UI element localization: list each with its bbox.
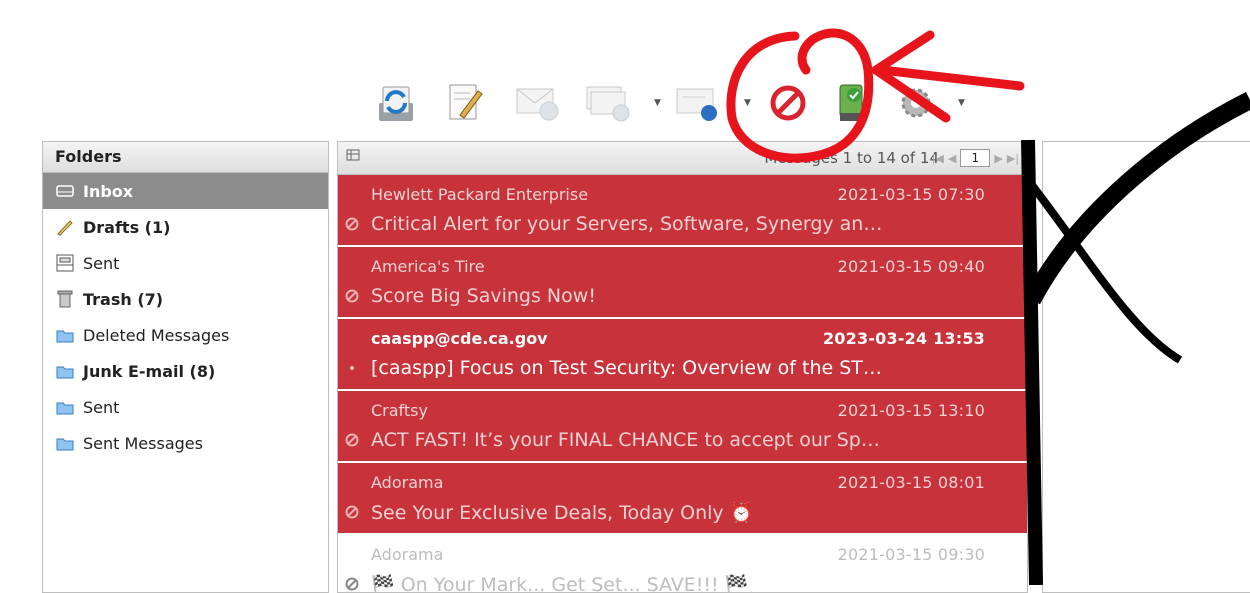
message-sender: Craftsy [371,401,428,420]
folder-deleted-messages[interactable]: Deleted Messages [43,317,328,353]
reply-all-icon [586,86,630,122]
message-subject: Critical Alert for your Servers, Softwar… [371,213,883,235]
junk-status-icon [343,503,361,521]
trash-icon [55,290,75,308]
message-subject: 🏁 On Your Mark... Get Set... SAVE!!! 🏁 [371,574,749,593]
compose-icon [449,84,483,120]
folder-icon [55,362,75,380]
message-date: 2021-03-15 08:01 [837,473,985,492]
folder-junk-email[interactable]: Junk E-mail (8) [43,353,328,389]
message-row[interactable]: America's Tire 2021-03-15 09:40 Score Bi… [338,247,1027,319]
preview-pane [1042,141,1250,593]
pencil-icon [55,218,75,236]
not-junk-button[interactable] [828,76,876,130]
folder-inbox[interactable]: Inbox [43,173,328,209]
folder-label: Drafts (1) [83,217,171,237]
background-stroke [1021,139,1043,585]
reply-all-button[interactable] [584,76,632,130]
message-row[interactable]: caaspp@cde.ca.gov 2023-03-24 13:53 [caas… [338,319,1027,391]
folders-panel: Folders Inbox Drafts (1) Sent Trash (7) … [42,141,329,593]
message-count: Messages 1 to 14 of 14 [764,149,939,167]
folder-label: Inbox [83,181,134,201]
column-options-icon[interactable] [346,149,360,167]
message-date: 2021-03-15 07:30 [837,185,985,204]
folder-icon [55,434,75,452]
folder-label: Sent Messages [83,433,203,453]
refresh-button[interactable] [372,76,420,130]
prev-page-icon[interactable]: ◀ [948,152,956,165]
settings-dropdown[interactable]: ▼ [958,98,965,108]
page-number-input[interactable] [960,149,991,167]
folder-sent[interactable]: Sent [43,245,328,281]
toolbar: ▼ ▼ ▼ [372,76,992,130]
sent-tray-icon [55,254,75,272]
folder-icon [55,398,75,416]
inbox-icon [55,182,75,200]
compose-button[interactable] [442,76,490,130]
mark-junk-button[interactable] [764,76,812,130]
folder-icon [55,326,75,344]
message-subject: See Your Exclusive Deals, Today Only ⏰ [371,502,754,524]
pager: |◀ ◀ ▶ ▶| [932,149,1019,167]
junk-status-icon [343,431,361,449]
folder-drafts[interactable]: Drafts (1) [43,209,328,245]
junk-status-icon [343,575,361,592]
folders-title: Folders [43,142,328,173]
message-subject: [caaspp] Focus on Test Security: Overvie… [371,357,882,379]
junk-status-icon [343,215,361,233]
message-sender: Hewlett Packard Enterprise [371,185,589,204]
message-sender: Adorama [371,545,444,564]
message-row[interactable]: Hewlett Packard Enterprise 2021-03-15 07… [338,175,1027,247]
reply-icon [516,88,559,121]
settings-button[interactable] [894,76,942,130]
next-page-icon[interactable]: ▶ [994,152,1002,165]
message-sender: Adorama [371,473,444,492]
junk-status-icon [343,287,361,305]
message-date: 2021-03-15 13:10 [837,401,985,420]
message-date: 2021-03-15 09:40 [837,257,985,276]
message-subject: ACT FAST! It’s your FINAL CHANCE to acce… [371,429,880,451]
last-page-icon[interactable]: ▶| [1007,152,1019,165]
message-list-header: Messages 1 to 14 of 14 |◀ ◀ ▶ ▶| [338,142,1027,175]
folder-label: Sent [83,253,120,273]
message-subject: Score Big Savings Now! [371,285,596,307]
mark-junk-icon [770,85,806,121]
reply-button[interactable] [514,76,562,130]
message-row[interactable]: Craftsy 2021-03-15 13:10 ACT FAST! It’s … [338,391,1027,463]
settings-icon [901,88,931,118]
not-junk-icon [839,84,863,121]
first-page-icon[interactable]: |◀ [932,152,944,165]
message-row[interactable]: Adorama 2021-03-15 08:01 See Your Exclus… [338,463,1027,535]
message-row[interactable]: Adorama 2021-03-15 09:30 🏁 On Your Mark.… [338,535,1027,593]
refresh-icon [379,86,413,121]
message-sender: caaspp@cde.ca.gov [371,329,548,348]
message-date: 2021-03-15 09:30 [837,545,985,564]
message-list-panel: Messages 1 to 14 of 14 |◀ ◀ ▶ ▶| Hewlett… [337,141,1028,593]
reply-all-dropdown[interactable]: ▼ [654,98,661,108]
unread-dot-icon [343,359,361,377]
folder-label: Trash (7) [83,289,164,309]
folder-sent-2[interactable]: Sent [43,389,328,425]
folder-label: Junk E-mail (8) [83,361,216,381]
forward-button[interactable] [674,76,722,130]
message-sender: America's Tire [371,257,485,276]
forward-icon [676,88,717,121]
folder-trash[interactable]: Trash (7) [43,281,328,317]
folder-sent-messages[interactable]: Sent Messages [43,425,328,461]
folder-label: Sent [83,397,120,417]
folder-label: Deleted Messages [83,325,230,345]
message-date: 2023-03-24 13:53 [822,329,985,348]
forward-dropdown[interactable]: ▼ [744,98,751,108]
